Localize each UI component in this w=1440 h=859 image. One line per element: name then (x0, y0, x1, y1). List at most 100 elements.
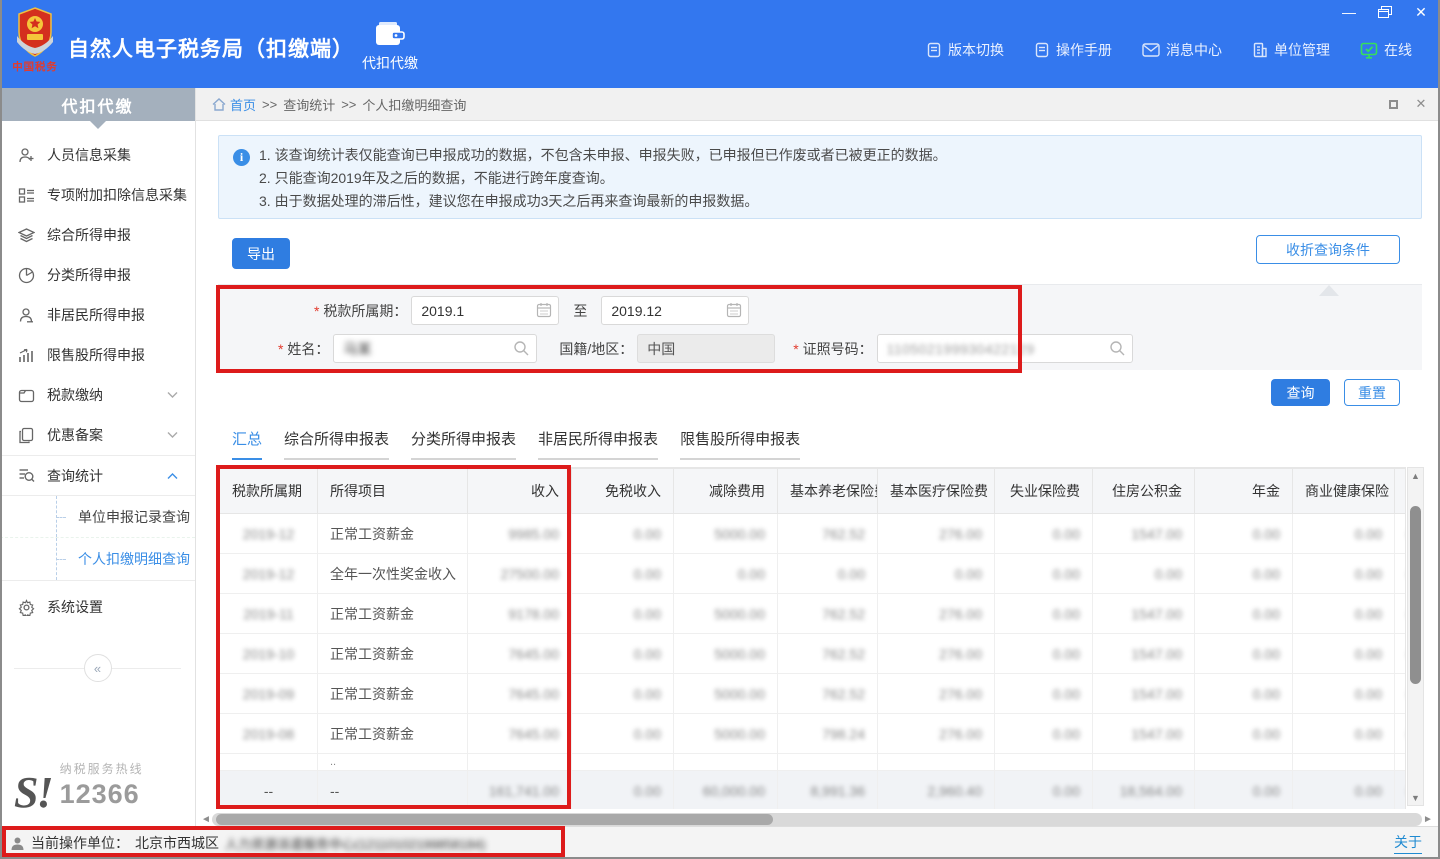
vertical-scroll-thumb[interactable] (1410, 506, 1421, 684)
table-cell: 5000.00 (674, 674, 778, 714)
table-row[interactable]: 2019-09正常工资薪金7645.000.005000.00762.52276… (220, 674, 1407, 714)
tab-classified[interactable]: 分类所得申报表 (411, 428, 516, 460)
table-cell: 161,741.00 (468, 771, 572, 810)
table-header-cell: 年金 (1195, 469, 1293, 514)
collapse-query-button[interactable]: 收折查询条件 (1256, 235, 1400, 264)
breadcrumb-home[interactable]: 首页 (212, 95, 256, 114)
query-button[interactable]: 查询 (1271, 379, 1330, 406)
table-cell: 正常工资薪金 (318, 674, 468, 714)
sidebar-collapse-button[interactable]: « (84, 654, 112, 682)
sidebar-subitem-unit-declaration-query[interactable]: 单位申报记录查询 (0, 496, 195, 538)
period-from-input[interactable]: 2019.1 (411, 296, 559, 325)
table-row[interactable]: 2019-08正常工资薪金7645.000.005000.00798.24276… (220, 714, 1407, 754)
table-cell: 0.00 (995, 771, 1093, 810)
sidebar-item-system-settings[interactable]: 系统设置 (0, 587, 195, 627)
table-cell: 0.00 (1395, 594, 1407, 634)
tab-summary[interactable]: 汇总 (232, 428, 262, 460)
table-header-cell: 基本医疗保险费 (878, 469, 995, 514)
about-link[interactable]: 关于 (1394, 832, 1422, 854)
person-plus-icon (18, 147, 35, 164)
table-cell: 1547.00 (1093, 674, 1195, 714)
scroll-right-icon[interactable]: ► (1422, 814, 1434, 825)
hotline-number: 12366 (60, 779, 144, 810)
table-cell: 0.00 (1293, 771, 1395, 810)
reset-button[interactable]: 重置 (1344, 379, 1400, 406)
table-cell (1093, 754, 1195, 771)
calendar-icon[interactable] (726, 302, 742, 318)
vertical-scrollbar[interactable]: ▲ ▼ (1407, 467, 1424, 806)
sidebar-item-nonresident-income[interactable]: 非居民所得申报 (0, 295, 195, 335)
cert-input[interactable]: 110502199930422129 (877, 334, 1133, 363)
page-close-icon[interactable]: ✕ (1414, 96, 1428, 112)
tab-comprehensive[interactable]: 综合所得申报表 (284, 428, 389, 460)
restore-button[interactable] (1376, 4, 1394, 20)
table-cell: 276.00 (878, 514, 995, 554)
scroll-up-icon[interactable]: ▲ (1408, 468, 1423, 483)
result-table: 税款所属期所得项目收入免税收入减除费用基本养老保险费基本医疗保险费失业保险费住房… (219, 468, 1406, 809)
horizontal-scrollbar[interactable]: ◄ ► (200, 812, 1434, 827)
table-header-cell: 收入 (468, 469, 572, 514)
period-to-input[interactable]: 2019.12 (601, 296, 749, 325)
table-cell: 正常工资薪金 (318, 714, 468, 754)
menu-item-label: 消息中心 (1166, 40, 1222, 60)
sidebar-item-tax-payment[interactable]: 税款缴纳 (0, 375, 195, 415)
table-cell: 正常工资薪金 (318, 514, 468, 554)
minimize-button[interactable]: — (1340, 4, 1358, 20)
sidebar-subitem-personal-withholding-query[interactable]: 个人扣缴明细查询 (0, 538, 195, 580)
sidebar-item-personnel-info[interactable]: 人员信息采集 (0, 135, 195, 175)
table-cell: 0.00 (1195, 514, 1293, 554)
export-button[interactable]: 导出 (232, 238, 290, 269)
online-status[interactable]: 在线 (1360, 40, 1412, 60)
tab-nonresident[interactable]: 非居民所得申报表 (538, 428, 658, 460)
calendar-icon[interactable] (536, 302, 552, 318)
hotline-label: 纳税服务热线 (60, 760, 144, 777)
person-icon (18, 307, 35, 324)
sidebar-item-restricted-shares[interactable]: 限售股所得申报 (0, 335, 195, 375)
table-cell (995, 754, 1093, 771)
table-cell: -- (318, 771, 468, 810)
close-button[interactable]: ✕ (1412, 4, 1430, 20)
table-cell: 5000.00 (674, 714, 778, 754)
menu-item-unit-management[interactable]: 单位管理 (1252, 40, 1330, 60)
table-total-row[interactable]: ----161,741.000.0060,000.008,991.362,960… (220, 771, 1407, 810)
table-cell: 2019-11 (220, 594, 318, 634)
table-row[interactable]: 2019-12全年一次性奖金收入27500.000.000.000.000.00… (220, 554, 1407, 594)
sidebar-item-classified-income[interactable]: 分类所得申报 (0, 255, 195, 295)
page-maximize-icon[interactable] (1389, 100, 1398, 109)
scroll-down-icon[interactable]: ▼ (1408, 790, 1423, 805)
wallet-icon (375, 21, 405, 47)
table-row-ellipsis[interactable]: .. (220, 754, 1407, 771)
sidebar-item-query-statistics[interactable]: 查询统计 (0, 455, 195, 495)
nav-tab-withholding[interactable]: 代扣代缴 (352, 14, 428, 80)
search-icon[interactable] (1109, 340, 1126, 357)
current-unit-label: 当前操作单位： (31, 833, 129, 853)
horizontal-scroll-thumb[interactable] (216, 814, 773, 825)
tab-restricted-shares[interactable]: 限售股所得申报表 (680, 428, 800, 460)
table-cell: 276.00 (878, 594, 995, 634)
table-row[interactable]: 2019-11正常工资薪金9178.000.005000.00762.52276… (220, 594, 1407, 634)
sidebar-item-comprehensive-income[interactable]: 综合所得申报 (0, 215, 195, 255)
table-cell: 0.00 (1195, 714, 1293, 754)
cert-value: 110502199930422129 (887, 341, 1035, 357)
menu-item-version-switch[interactable]: 版本切换 (926, 40, 1004, 60)
period-from-value: 2019.1 (421, 303, 464, 319)
sidebar-item-preferential-filing[interactable]: 优惠备案 (0, 415, 195, 455)
horizontal-scroll-track[interactable] (212, 813, 1422, 826)
table-cell: 0.00 (1293, 554, 1395, 594)
menu-item-manual[interactable]: 操作手册 (1034, 40, 1112, 60)
search-icon[interactable] (513, 340, 530, 357)
name-input[interactable]: 马某 (333, 334, 537, 363)
table-row[interactable]: 2019-12正常工资薪金9985.000.005000.00762.52276… (220, 514, 1407, 554)
table-cell (778, 754, 878, 771)
table-cell: 27500.00 (468, 554, 572, 594)
table-cell (572, 754, 674, 771)
table-cell: 5000.00 (674, 634, 778, 674)
pie-chart-icon (18, 267, 35, 284)
building-icon (1252, 42, 1268, 58)
header-menu: 版本切换 操作手册 消息中心 单位管理 在线 (926, 40, 1412, 60)
table-row[interactable]: 2019-10正常工资薪金7645.000.005000.00762.52276… (220, 634, 1407, 674)
scroll-left-icon[interactable]: ◄ (200, 814, 212, 825)
period-to-value: 2019.12 (611, 303, 662, 319)
sidebar-item-special-deduction[interactable]: 专项附加扣除信息采集 (0, 175, 195, 215)
menu-item-message-center[interactable]: 消息中心 (1142, 40, 1222, 60)
